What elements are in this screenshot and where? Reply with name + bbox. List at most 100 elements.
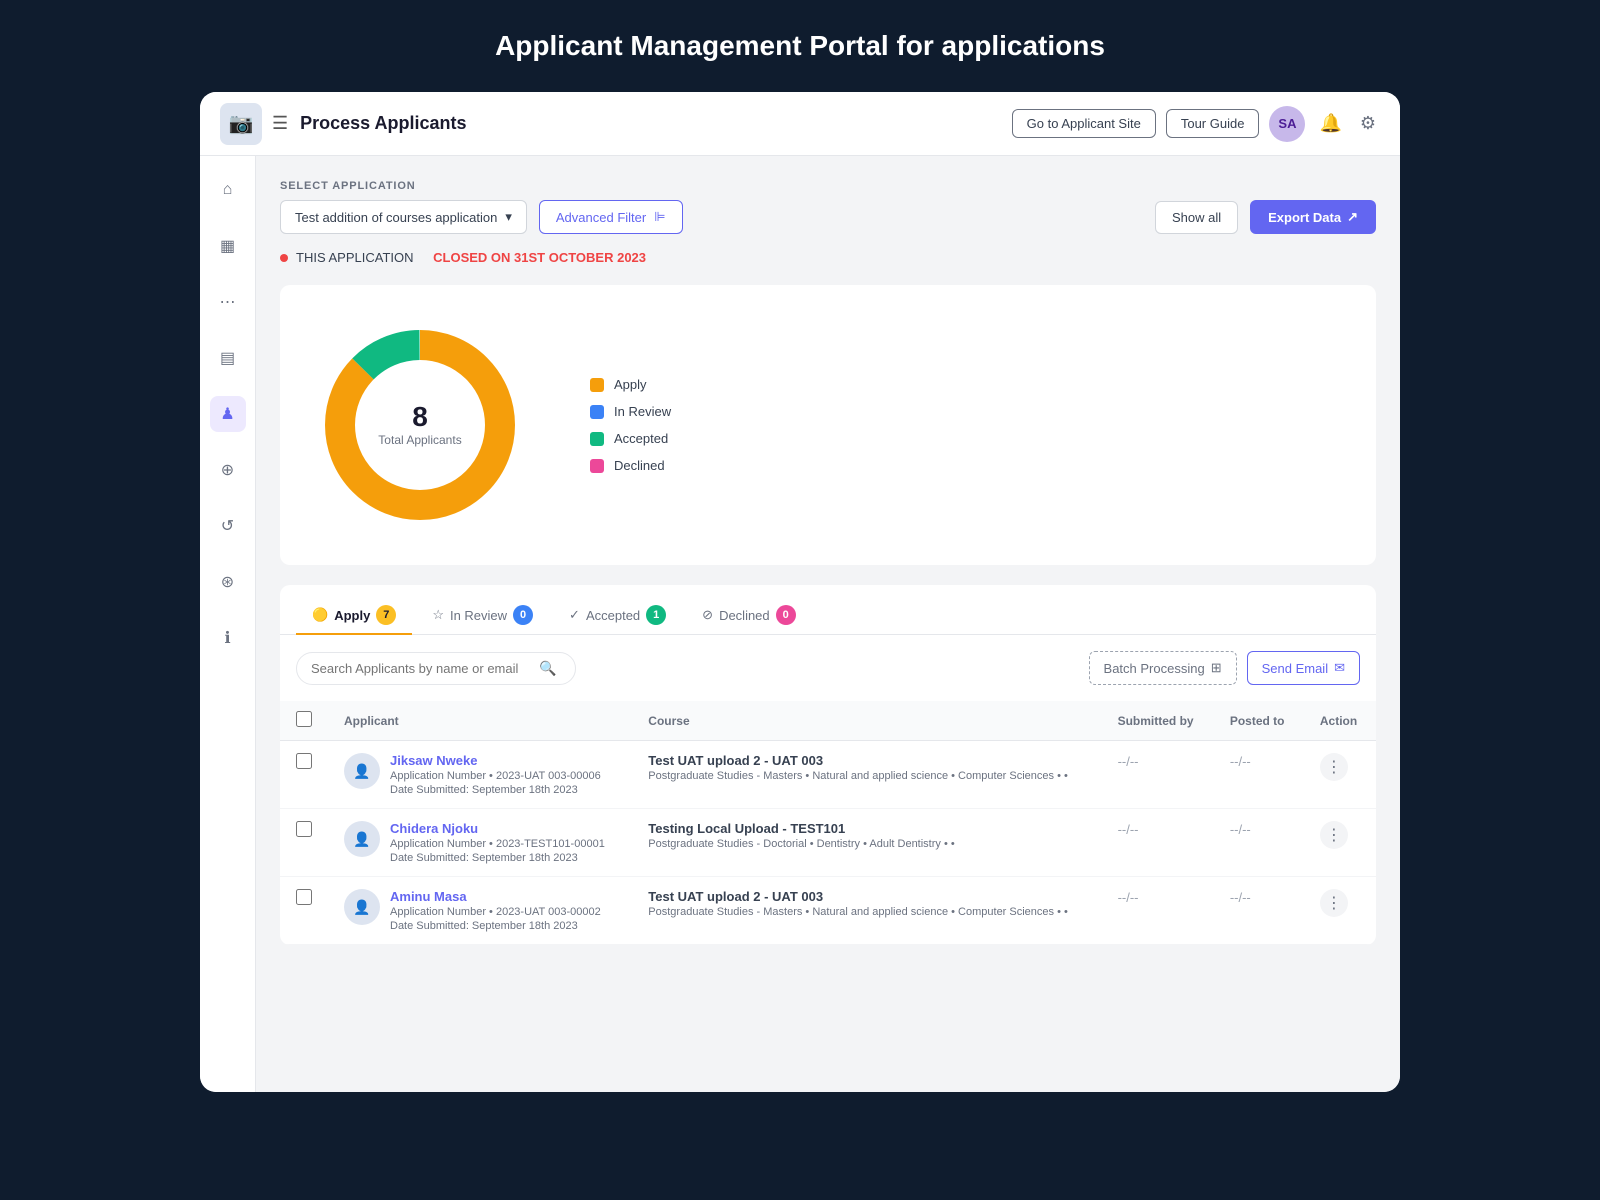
sidebar-icon-group[interactable]: ⊛ — [210, 564, 246, 600]
batch-processing-button[interactable]: Batch Processing ⊞ — [1089, 651, 1237, 685]
course-title: Test UAT upload 2 - UAT 003 — [648, 753, 1085, 768]
declined-tab-icon: ⊘ — [702, 607, 713, 623]
accepted-tab-icon: ✓ — [569, 607, 580, 623]
user-avatar[interactable]: SA — [1269, 106, 1305, 142]
search-wrap: 🔍 — [296, 652, 576, 685]
tabs-header: 🟡 Apply 7 ☆ In Review 0 ✓ Accepted 1 — [280, 585, 1376, 635]
header: 📷 ☰ Process Applicants Go to Applicant S… — [200, 92, 1400, 156]
advanced-filter-button[interactable]: Advanced Filter ⊫ — [539, 200, 683, 234]
batch-icon: ⊞ — [1211, 660, 1222, 676]
settings-icon[interactable]: ⚙ — [1356, 109, 1380, 138]
course-sub: Postgraduate Studies - Masters • Natural… — [648, 906, 1085, 918]
row-checkbox[interactable] — [296, 821, 312, 837]
donut-chart: 8 Total Applicants — [310, 315, 530, 535]
page-title: Applicant Management Portal for applicat… — [495, 30, 1105, 62]
applicant-date: Date Submitted: September 18th 2023 — [390, 852, 605, 864]
table-action-buttons: Batch Processing ⊞ Send Email ✉ — [1089, 651, 1360, 685]
applicant-name[interactable]: Aminu Masa — [390, 889, 601, 904]
closed-dot — [280, 254, 288, 262]
show-all-button[interactable]: Show all — [1155, 201, 1238, 234]
app-window: 📷 ☰ Process Applicants Go to Applicant S… — [200, 92, 1400, 1092]
applicant-date: Date Submitted: September 18th 2023 — [390, 784, 601, 796]
submitted-by-value: --/-- — [1118, 890, 1139, 905]
sidebar-icon-grid[interactable]: ▦ — [210, 228, 246, 264]
applicant-name[interactable]: Chidera Njoku — [390, 821, 605, 836]
sidebar-icon-history[interactable]: ↺ — [210, 508, 246, 544]
course-title: Testing Local Upload - TEST101 — [648, 821, 1085, 836]
course-col-header: Course — [632, 701, 1101, 741]
tabs-section: 🟡 Apply 7 ☆ In Review 0 ✓ Accepted 1 — [280, 585, 1376, 945]
posted-to-col-header: Posted to — [1214, 701, 1304, 741]
legend-apply: Apply — [590, 377, 671, 392]
avatar: 👤 — [344, 889, 380, 925]
header-actions: Go to Applicant Site Tour Guide SA 🔔 ⚙ — [1012, 106, 1380, 142]
applicant-app-number: Application Number • 2023-TEST101-00001 — [390, 838, 605, 850]
go-to-site-button[interactable]: Go to Applicant Site — [1012, 109, 1156, 138]
sidebar: ⌂ ▦ ⋯ ▤ ♟ ⊕ ↺ ⊛ ℹ — [200, 156, 256, 1092]
row-action-button[interactable]: ⋮ — [1320, 753, 1348, 781]
posted-to-value: --/-- — [1230, 890, 1251, 905]
tab-accepted[interactable]: ✓ Accepted 1 — [553, 597, 682, 635]
applicant-date: Date Submitted: September 18th 2023 — [390, 920, 601, 932]
legend-accepted: Accepted — [590, 431, 671, 446]
header-title: Process Applicants — [300, 113, 1012, 134]
in-review-badge: 0 — [513, 605, 533, 625]
action-col-header: Action — [1304, 701, 1376, 741]
row-checkbox[interactable] — [296, 889, 312, 905]
applicant-app-number: Application Number • 2023-UAT 003-00006 — [390, 770, 601, 782]
legend-in-review: In Review — [590, 404, 671, 419]
table-row: 👤 Jiksaw Nweke Application Number • 2023… — [280, 741, 1376, 809]
avatar: 👤 — [344, 821, 380, 857]
declined-badge: 0 — [776, 605, 796, 625]
chart-legend: Apply In Review Accepted Declined — [590, 377, 671, 473]
notification-icon[interactable]: 🔔 — [1315, 109, 1345, 138]
submitted-by-value: --/-- — [1118, 754, 1139, 769]
sidebar-icon-tree[interactable]: ⋯ — [210, 284, 246, 320]
main-content: SELECT APPLICATION Test addition of cour… — [256, 156, 1400, 1092]
row-action-button[interactable]: ⋮ — [1320, 889, 1348, 917]
tab-in-review[interactable]: ☆ In Review 0 — [416, 597, 549, 635]
posted-to-value: --/-- — [1230, 822, 1251, 837]
table-controls: 🔍 Batch Processing ⊞ Send Email ✉ — [280, 635, 1376, 701]
course-title: Test UAT upload 2 - UAT 003 — [648, 889, 1085, 904]
send-email-button[interactable]: Send Email ✉ — [1247, 651, 1360, 685]
legend-declined: Declined — [590, 458, 671, 473]
course-sub: Postgraduate Studies - Masters • Natural… — [648, 770, 1085, 782]
chart-section: 8 Total Applicants Apply In Review — [280, 285, 1376, 565]
search-input[interactable] — [311, 661, 531, 676]
export-data-button[interactable]: Export Data ↗ — [1250, 200, 1376, 234]
table-row: 👤 Chidera Njoku Application Number • 202… — [280, 809, 1376, 877]
applicant-name[interactable]: Jiksaw Nweke — [390, 753, 601, 768]
tab-declined[interactable]: ⊘ Declined 0 — [686, 597, 812, 635]
select-application-label: SELECT APPLICATION — [280, 180, 1376, 192]
tab-apply[interactable]: 🟡 Apply 7 — [296, 597, 412, 635]
sidebar-icon-home[interactable]: ⌂ — [210, 172, 246, 208]
sidebar-icon-people[interactable]: ⊕ — [210, 452, 246, 488]
posted-to-value: --/-- — [1230, 754, 1251, 769]
body-layout: ⌂ ▦ ⋯ ▤ ♟ ⊕ ↺ ⊛ ℹ SELECT APPLICATION Tes… — [200, 156, 1400, 1092]
logo: 📷 — [220, 103, 262, 145]
select-all-checkbox[interactable] — [296, 711, 312, 727]
sidebar-icon-info[interactable]: ℹ — [210, 620, 246, 656]
submitted-by-value: --/-- — [1118, 822, 1139, 837]
filter-row: Test addition of courses application ▾ A… — [280, 200, 1376, 234]
applicant-app-number: Application Number • 2023-UAT 003-00002 — [390, 906, 601, 918]
application-select[interactable]: Test addition of courses application ▾ — [280, 200, 527, 234]
apply-badge: 7 — [376, 605, 396, 625]
closed-banner: THIS APPLICATION CLOSED ON 31ST OCTOBER … — [280, 250, 1376, 265]
in-review-tab-icon: ☆ — [432, 607, 444, 623]
menu-icon[interactable]: ☰ — [272, 113, 288, 134]
search-icon: 🔍 — [539, 660, 556, 677]
sidebar-icon-person[interactable]: ♟ — [210, 396, 246, 432]
applicants-table: Applicant Course Submitted by Posted to … — [280, 701, 1376, 945]
select-all-header — [280, 701, 328, 741]
row-checkbox[interactable] — [296, 753, 312, 769]
table-row: 👤 Aminu Masa Application Number • 2023-U… — [280, 877, 1376, 945]
apply-tab-icon: 🟡 — [312, 607, 328, 623]
applicant-col-header: Applicant — [328, 701, 632, 741]
sidebar-icon-calendar[interactable]: ▤ — [210, 340, 246, 376]
tour-guide-button[interactable]: Tour Guide — [1166, 109, 1260, 138]
email-icon: ✉ — [1334, 660, 1345, 676]
donut-center: 8 Total Applicants — [378, 403, 461, 447]
row-action-button[interactable]: ⋮ — [1320, 821, 1348, 849]
